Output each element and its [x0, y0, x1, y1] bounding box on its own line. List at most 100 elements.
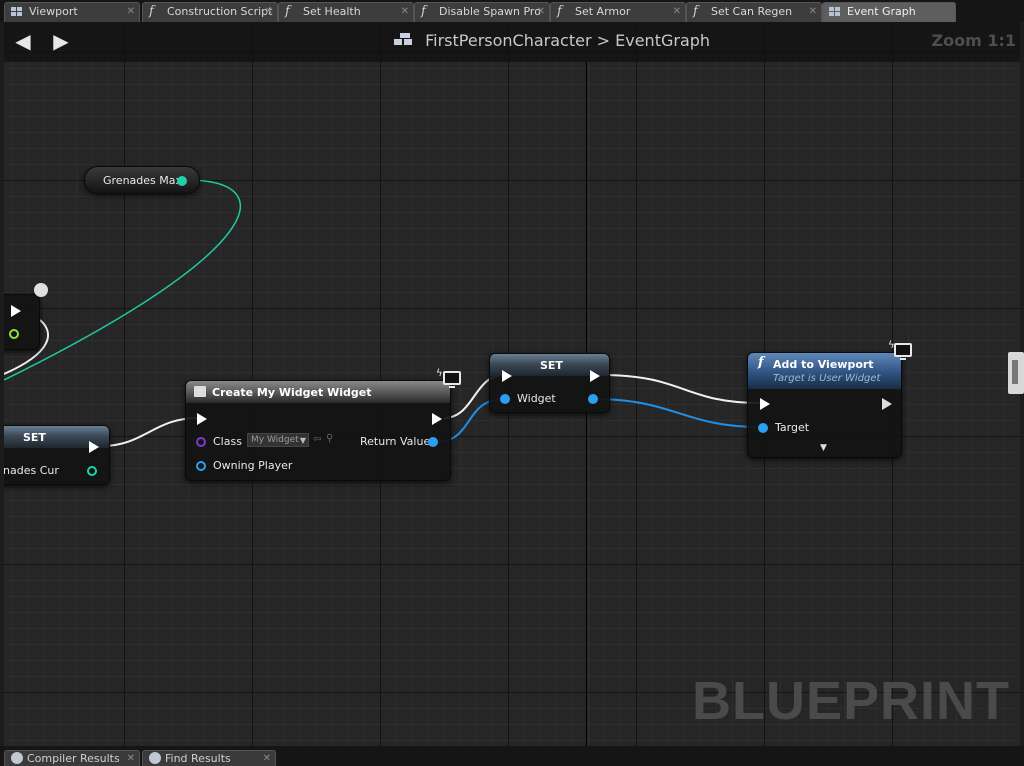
- widget-input-pin[interactable]: [500, 394, 510, 404]
- widget-class-icon: [194, 386, 206, 397]
- expand-arrow-icon[interactable]: ▼: [820, 443, 827, 453]
- function-icon: f: [285, 4, 290, 19]
- side-panel-handle[interactable]: [1008, 352, 1024, 394]
- use-selected-arrow-icon[interactable]: ⇦: [313, 434, 321, 445]
- create-widget-header: Create My Widget Widget: [186, 381, 450, 403]
- set-widget-title: SET: [540, 359, 563, 372]
- target-input-pin[interactable]: [758, 423, 768, 433]
- breadcrumb-separator: >: [596, 31, 611, 50]
- add-to-viewport-subtitle: Target is User Widget: [773, 373, 881, 384]
- set-widget-node[interactable]: SET Widget: [489, 353, 610, 413]
- tab-viewport[interactable]: Viewport ✕: [4, 2, 140, 22]
- close-icon[interactable]: ✕: [265, 3, 273, 21]
- tab-label: Set Armor: [575, 5, 631, 18]
- set-grenades-pin-label: nades Cur: [4, 464, 59, 477]
- object-wire-widget-to-target: [593, 398, 761, 428]
- set-grenades-title: SET: [23, 431, 46, 444]
- tab-bar: Viewport ✕ f Construction Script ✕ f Set…: [0, 0, 1024, 22]
- exec-output-pin[interactable]: [89, 441, 99, 453]
- grenades-max-label: Grenades Max: [103, 174, 183, 187]
- exec-wire-set-to-create: [101, 417, 199, 447]
- exec-input-pin[interactable]: [197, 413, 207, 425]
- function-icon: f: [557, 4, 562, 19]
- add-to-viewport-header: f Add to Viewport Target is User Widget: [748, 353, 901, 389]
- client-only-monitor-icon: [894, 343, 912, 360]
- close-icon[interactable]: ✕: [127, 751, 135, 766]
- find-results-icon: [149, 752, 161, 764]
- tab-label: Set Health: [303, 5, 361, 18]
- int-wire: [4, 179, 241, 381]
- tab-disable-spawn-pro[interactable]: f Disable Spawn Pro ✕: [414, 2, 550, 22]
- breadcrumb-blueprint[interactable]: FirstPersonCharacter: [425, 31, 591, 50]
- close-icon[interactable]: ✕: [401, 3, 409, 21]
- target-label: Target: [775, 421, 810, 434]
- compiler-results-icon: [11, 752, 23, 764]
- exec-input-pin[interactable]: [760, 398, 770, 410]
- owning-player-label: Owning Player: [213, 459, 293, 472]
- graph-header-bar: ◀ ▶ FirstPersonCharacter > EventGraph Zo…: [4, 22, 1020, 62]
- class-input-pin[interactable]: [196, 437, 206, 447]
- close-icon[interactable]: ✕: [809, 3, 817, 21]
- back-arrow-icon[interactable]: ◀: [12, 30, 34, 52]
- graph-canvas[interactable]: ◀ ▶ FirstPersonCharacter > EventGraph Zo…: [4, 22, 1020, 746]
- function-icon: f: [693, 4, 698, 19]
- close-icon[interactable]: ✕: [127, 3, 135, 21]
- grenades-max-node[interactable]: Grenades Max: [84, 166, 200, 194]
- exec-output-pin[interactable]: [11, 305, 21, 317]
- event-graph-icon: [829, 7, 841, 17]
- exec-output-pin[interactable]: [882, 398, 892, 410]
- blueprint-icon: [394, 33, 412, 47]
- bool-output-pin[interactable]: [9, 329, 19, 339]
- tab-construction-script[interactable]: f Construction Script ✕: [142, 2, 278, 22]
- grenades-cur-output-pin[interactable]: [87, 466, 97, 476]
- zoom-level: Zoom 1:1: [931, 31, 1017, 50]
- offscreen-node[interactable]: [4, 294, 40, 350]
- tab-label: Compiler Results: [27, 752, 120, 765]
- set-grenades-node[interactable]: SET nades Cur: [4, 425, 110, 485]
- widget-output-pin[interactable]: [588, 394, 598, 404]
- create-widget-node[interactable]: Create My Widget Widget Class My Widget …: [185, 380, 451, 481]
- owning-player-input-pin[interactable]: [196, 461, 206, 471]
- class-dropdown[interactable]: My Widget ▼: [247, 433, 309, 447]
- tab-set-can-regen[interactable]: f Set Can Regen ✕: [686, 2, 822, 22]
- breadcrumb-graph[interactable]: EventGraph: [615, 31, 710, 50]
- chevron-down-icon: ▼: [299, 436, 306, 445]
- comment-bubble-icon[interactable]: [34, 283, 48, 297]
- blueprint-watermark: BLUEPRINT: [692, 671, 1010, 731]
- set-widget-pin-label: Widget: [517, 392, 556, 405]
- function-icon: f: [421, 4, 426, 19]
- function-icon: f: [149, 4, 154, 19]
- exec-output-pin[interactable]: [590, 370, 600, 382]
- client-only-monitor-icon: [443, 371, 461, 388]
- exec-input-pin[interactable]: [502, 370, 512, 382]
- exec-output-pin[interactable]: [432, 413, 442, 425]
- viewport-grid-icon: [11, 7, 23, 17]
- add-to-viewport-node[interactable]: f Add to Viewport Target is User Widget …: [747, 352, 902, 458]
- add-to-viewport-title: Add to Viewport: [773, 358, 874, 371]
- tab-event-graph[interactable]: Event Graph: [822, 2, 956, 22]
- class-dropdown-value: My Widget: [251, 435, 299, 445]
- tab-label: Viewport: [29, 5, 78, 18]
- grenades-max-output-pin[interactable]: [177, 176, 187, 186]
- create-widget-title: Create My Widget Widget: [212, 386, 372, 399]
- tab-set-armor[interactable]: f Set Armor ✕: [550, 2, 686, 22]
- tab-label: Event Graph: [847, 5, 916, 18]
- tab-set-health[interactable]: f Set Health ✕: [278, 2, 414, 22]
- close-icon[interactable]: ✕: [263, 751, 271, 766]
- return-value-output-pin[interactable]: [428, 437, 438, 447]
- network-bolt-icon: ϟ: [436, 368, 443, 379]
- browse-magnifier-icon[interactable]: ⚲: [326, 433, 333, 444]
- forward-arrow-icon[interactable]: ▶: [50, 30, 72, 52]
- return-value-label: Return Value: [360, 435, 431, 448]
- class-label: Class: [213, 435, 242, 448]
- exec-wire-set-to-viewport: [601, 374, 761, 404]
- tab-label: Disable Spawn Pro: [439, 5, 541, 18]
- tab-label: Set Can Regen: [711, 5, 793, 18]
- tab-label: Find Results: [165, 752, 231, 765]
- network-bolt-icon: ϟ: [888, 340, 895, 351]
- tab-compiler-results[interactable]: Compiler Results ✕: [4, 750, 140, 766]
- tab-find-results[interactable]: Find Results ✕: [142, 750, 276, 766]
- bottom-tab-bar: Compiler Results ✕ Find Results ✕: [0, 746, 1024, 766]
- close-icon[interactable]: ✕: [537, 3, 545, 21]
- close-icon[interactable]: ✕: [673, 3, 681, 21]
